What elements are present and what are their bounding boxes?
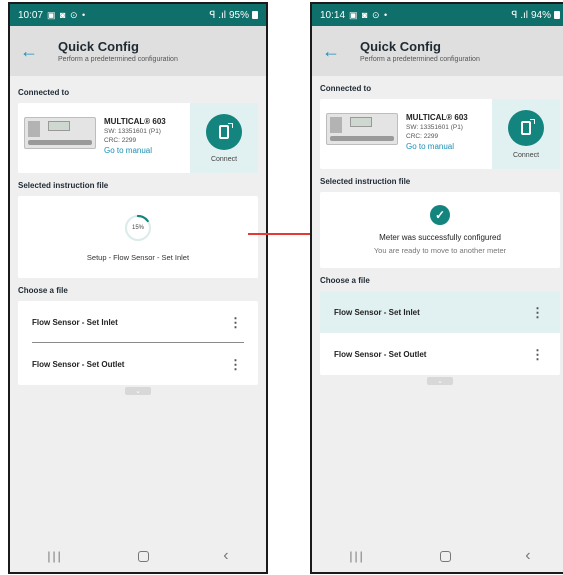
arrow-left-icon[interactable]: ← [322,41,346,62]
device-name: MULTICAL® 603 [104,117,166,126]
battery-level: 94% [530,9,551,21]
chevron-down-icon[interactable]: ⌄ [427,377,453,385]
device-crc: CRC: 2299 [104,137,137,144]
status-time: 10:14 [320,9,346,21]
more-vertical-icon[interactable]: ⋮ [531,348,544,361]
status-bar: 10:14 ▣ ◙ ⊙ • ꟼ .ıl 94% [312,4,563,26]
chevron-down-icon[interactable]: ⌄ [125,387,151,395]
battery-icon [554,11,560,19]
battery-level: 95% [228,9,249,21]
file-name: Flow Sensor - Set Outlet [32,359,125,369]
phone-connect-icon [521,118,535,135]
more-vertical-icon[interactable]: ⋮ [229,316,242,329]
choose-file-label: Choose a file [18,286,68,295]
device-card: MULTICAL® 603 SW: 13351601 (P1) CRC: 229… [18,103,258,173]
progress-ring: 15% [123,213,153,243]
file-name: Flow Sensor - Set Outlet [334,349,427,359]
list-item[interactable]: Flow Sensor - Set Outlet ⋮ [320,333,560,375]
meter-image [326,113,398,145]
page-subtitle: Perform a predetermined configuration [58,56,178,63]
instruction-card: ✓ Meter was successfully configured You … [320,192,560,268]
more-vertical-icon[interactable]: ⋮ [531,306,544,319]
signal-icon: ꟼ .ıl [511,9,528,21]
list-item[interactable]: Flow Sensor - Set Inlet ⋮ [18,301,258,343]
instruction-card: 15% Setup - Flow Sensor - Set Inlet [18,196,258,278]
home-icon[interactable] [137,550,149,562]
connect-label: Connect [210,155,238,163]
device-card: MULTICAL® 603 SW: 13351601 (P1) CRC: 229… [320,99,560,169]
instruction-file-label: Selected instruction file [18,181,109,190]
recent-apps-icon[interactable]: ||| [349,549,364,563]
arrow-left-icon[interactable]: ← [20,41,44,62]
connect-label: Connect [512,151,540,159]
go-to-manual-link[interactable]: Go to manual [104,146,190,155]
list-item[interactable]: Flow Sensor - Set Outlet ⋮ [18,343,258,385]
notification-icons: ▣ ◙ ⊙ • [47,9,87,20]
instruction-file-name: Setup - Flow Sensor - Set Inlet [86,252,190,262]
home-icon[interactable] [439,550,451,562]
phone-screen-before: 10:07 ▣ ◙ ⊙ • ꟼ .ıl 95% ← Quick Config P… [8,2,268,574]
connect-button[interactable]: Connect [492,99,560,169]
battery-icon [252,11,258,19]
signal-icon: ꟼ .ıl [209,9,226,21]
phone-connect-icon [219,122,233,139]
list-item[interactable]: Flow Sensor - Set Inlet ⋮ [320,291,560,333]
progress-percent: 15% [131,224,144,231]
android-nav-bar: ||| ‹ [312,540,563,572]
page-subtitle: Perform a predetermined configuration [360,56,480,63]
more-vertical-icon[interactable]: ⋮ [229,358,242,371]
success-title: Meter was successfully configured [379,233,501,242]
notification-icons: ▣ ◙ ⊙ • [349,9,389,20]
success-subtitle: You are ready to move to another meter [373,246,507,255]
nav-back-icon[interactable]: ‹ [525,547,530,565]
file-name: Flow Sensor - Set Inlet [334,307,420,317]
device-name: MULTICAL® 603 [406,113,468,122]
page-title: Quick Config [360,39,441,54]
instruction-file-label: Selected instruction file [320,177,411,186]
file-list: Flow Sensor - Set Inlet ⋮ Flow Sensor - … [320,291,560,375]
go-to-manual-link[interactable]: Go to manual [406,142,492,151]
app-bar: ← Quick Config Perform a predetermined c… [312,26,563,76]
phone-screen-after: 10:14 ▣ ◙ ⊙ • ꟼ .ıl 94% ← Quick Config P… [310,2,563,574]
file-list: Flow Sensor - Set Inlet ⋮ Flow Sensor - … [18,301,258,385]
status-bar: 10:07 ▣ ◙ ⊙ • ꟼ .ıl 95% [10,4,266,26]
recent-apps-icon[interactable]: ||| [47,549,62,563]
app-bar: ← Quick Config Perform a predetermined c… [10,26,266,76]
status-time: 10:07 [18,9,44,21]
connected-to-label: Connected to [320,84,372,93]
device-crc: CRC: 2299 [406,133,439,140]
device-sw: SW: 13351601 (P1) [104,128,161,135]
page-title: Quick Config [58,39,139,54]
meter-image [24,117,96,149]
file-name: Flow Sensor - Set Inlet [32,317,118,327]
android-nav-bar: ||| ‹ [10,540,266,572]
device-sw: SW: 13351601 (P1) [406,124,463,131]
checkmark-icon: ✓ [430,205,450,225]
choose-file-label: Choose a file [320,276,370,285]
connected-to-label: Connected to [18,88,70,97]
nav-back-icon[interactable]: ‹ [223,547,228,565]
connect-button[interactable]: Connect [190,103,258,173]
